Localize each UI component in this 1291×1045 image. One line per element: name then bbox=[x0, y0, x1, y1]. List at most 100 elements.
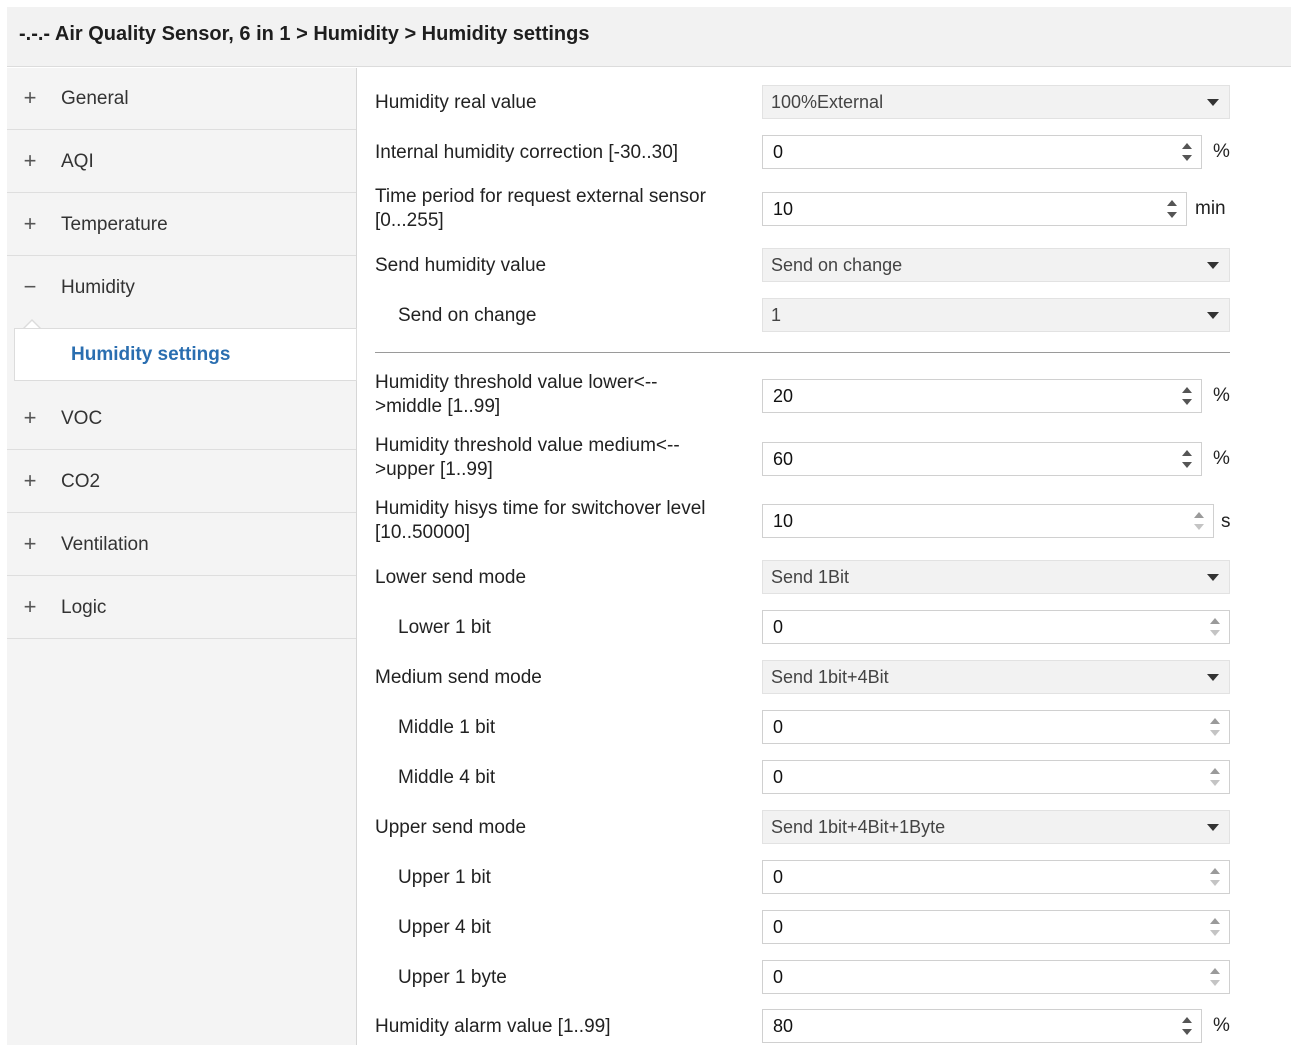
field-label: Medium send mode bbox=[375, 667, 542, 688]
field-label: Lower 1 bit bbox=[398, 617, 491, 638]
sidebar-item-aqi[interactable]: + AQI bbox=[7, 131, 356, 193]
sidebar-item-label: VOC bbox=[61, 408, 103, 429]
unit-label: % bbox=[1213, 385, 1230, 406]
field-label-line2: [10..50000] bbox=[375, 522, 471, 543]
sidebar-item-co2[interactable]: + CO2 bbox=[7, 451, 356, 513]
selected-value: Send on change bbox=[771, 255, 903, 275]
lower-send-mode-dropdown[interactable]: Send 1Bit bbox=[762, 560, 1230, 594]
spinner-arrows-icon[interactable] bbox=[1209, 715, 1221, 739]
section-divider bbox=[375, 352, 1230, 353]
field-label: Send humidity value bbox=[375, 255, 547, 276]
send-on-change-dropdown[interactable]: 1 bbox=[762, 298, 1230, 332]
spin-value: 10 bbox=[773, 511, 794, 531]
spin-value: 0 bbox=[773, 967, 784, 987]
field-label: Lower send mode bbox=[375, 567, 527, 588]
field-label: Send on change bbox=[398, 305, 537, 326]
sidebar-item-label: CO2 bbox=[61, 471, 101, 492]
sidebar-item-temperature[interactable]: + Temperature bbox=[7, 194, 356, 256]
breadcrumb: -.-.- Air Quality Sensor, 6 in 1 > Humid… bbox=[19, 23, 590, 45]
upper-4bit-spinbox[interactable]: 0 bbox=[762, 910, 1230, 944]
sidebar-item-general[interactable]: + General bbox=[7, 68, 356, 130]
sidebar-item-voc[interactable]: + VOC bbox=[7, 388, 356, 450]
sidebar-subitem-label: Humidity settings bbox=[71, 344, 231, 365]
lower-1bit-spinbox[interactable]: 0 bbox=[762, 610, 1230, 644]
spinner-arrows-icon[interactable] bbox=[1181, 1014, 1193, 1038]
sidebar-item-ventilation[interactable]: + Ventilation bbox=[7, 514, 356, 576]
unit-label: s bbox=[1221, 511, 1231, 532]
expand-plus-icon[interactable]: + bbox=[21, 148, 39, 174]
spinner-arrows-icon[interactable] bbox=[1209, 765, 1221, 789]
title-bar: -.-.- Air Quality Sensor, 6 in 1 > Humid… bbox=[7, 7, 1291, 67]
alarm-value-spinbox[interactable]: 80 bbox=[762, 1009, 1202, 1043]
time-period-spinbox[interactable]: 10 bbox=[762, 192, 1187, 226]
spinner-arrows-icon[interactable] bbox=[1193, 509, 1205, 533]
humidity-real-value-dropdown[interactable]: 100%External bbox=[762, 85, 1230, 119]
selected-value: Send 1Bit bbox=[771, 567, 850, 587]
spinner-arrows-icon[interactable] bbox=[1166, 197, 1178, 221]
expand-plus-icon[interactable]: + bbox=[21, 594, 39, 620]
spinner-arrows-icon[interactable] bbox=[1209, 865, 1221, 889]
sidebar-item-label: AQI bbox=[61, 151, 94, 172]
upper-1byte-spinbox[interactable]: 0 bbox=[762, 960, 1230, 994]
chevron-down-icon bbox=[1207, 262, 1219, 269]
field-label-line2: >upper [1..99] bbox=[375, 459, 493, 480]
spin-value: 0 bbox=[773, 867, 784, 887]
spin-value: 0 bbox=[773, 767, 784, 787]
sidebar-subitem-humidity-settings[interactable]: Humidity settings bbox=[14, 328, 357, 381]
chevron-down-icon bbox=[1207, 99, 1219, 106]
spin-value: 0 bbox=[773, 617, 784, 637]
spinner-arrows-icon[interactable] bbox=[1209, 615, 1221, 639]
spin-value: 0 bbox=[773, 917, 784, 937]
field-label: Humidity threshold value medium<-- bbox=[375, 435, 680, 456]
field-label: Upper send mode bbox=[375, 817, 527, 838]
field-label: Upper 1 byte bbox=[398, 967, 507, 988]
sidebar-item-logic[interactable]: + Logic bbox=[7, 577, 356, 639]
middle-4bit-spinbox[interactable]: 0 bbox=[762, 760, 1230, 794]
field-label: Humidity hisys time for switchover level bbox=[375, 498, 706, 519]
threshold-medium-spinbox[interactable]: 60 bbox=[762, 442, 1202, 476]
spinner-arrows-icon[interactable] bbox=[1209, 965, 1221, 989]
sidebar-item-label: General bbox=[61, 88, 129, 109]
spinner-arrows-icon[interactable] bbox=[1181, 140, 1193, 164]
spin-value: 60 bbox=[773, 449, 794, 469]
spin-value: 20 bbox=[773, 386, 794, 406]
field-label: Upper 4 bit bbox=[398, 917, 491, 938]
sidebar-item-label: Logic bbox=[61, 597, 107, 618]
selected-value: 1 bbox=[771, 305, 782, 325]
upper-1bit-spinbox[interactable]: 0 bbox=[762, 860, 1230, 894]
spinner-arrows-icon[interactable] bbox=[1181, 384, 1193, 408]
field-label: Humidity alarm value [1..99] bbox=[375, 1016, 611, 1037]
expand-plus-icon[interactable]: + bbox=[21, 531, 39, 557]
chevron-down-icon bbox=[1207, 824, 1219, 831]
internal-correction-spinbox[interactable]: 0 bbox=[762, 135, 1202, 169]
chevron-down-icon bbox=[1207, 674, 1219, 681]
field-label: Humidity threshold value lower<-- bbox=[375, 372, 658, 393]
threshold-lower-spinbox[interactable]: 20 bbox=[762, 379, 1202, 413]
sidebar-item-humidity[interactable]: − Humidity bbox=[7, 257, 356, 319]
spinner-arrows-icon[interactable] bbox=[1209, 915, 1221, 939]
collapse-minus-icon[interactable]: − bbox=[21, 274, 39, 300]
upper-send-mode-dropdown[interactable]: Send 1bit+4Bit+1Byte bbox=[762, 810, 1230, 844]
field-label: Internal humidity correction [-30..30] bbox=[375, 142, 679, 163]
expand-plus-icon[interactable]: + bbox=[21, 85, 39, 111]
field-label: Time period for request external sensor bbox=[375, 186, 706, 207]
expand-plus-icon[interactable]: + bbox=[21, 405, 39, 431]
spin-value: 0 bbox=[773, 717, 784, 737]
medium-send-mode-dropdown[interactable]: Send 1bit+4Bit bbox=[762, 660, 1230, 694]
hisys-time-spinbox[interactable]: 10 bbox=[762, 504, 1214, 538]
sidebar: + General + AQI + Temperature − Humidity… bbox=[7, 68, 357, 1045]
chevron-down-icon bbox=[1207, 574, 1219, 581]
middle-1bit-spinbox[interactable]: 0 bbox=[762, 710, 1230, 744]
sidebar-item-label: Temperature bbox=[61, 214, 168, 235]
sidebar-item-label: Humidity bbox=[61, 277, 135, 298]
spin-value: 80 bbox=[773, 1016, 794, 1036]
expand-plus-icon[interactable]: + bbox=[21, 211, 39, 237]
spin-value: 10 bbox=[773, 199, 794, 219]
spinner-arrows-icon[interactable] bbox=[1181, 447, 1193, 471]
send-humidity-value-dropdown[interactable]: Send on change bbox=[762, 248, 1230, 282]
selected-value: 100%External bbox=[771, 92, 884, 112]
field-label: Middle 1 bit bbox=[398, 717, 496, 738]
expand-plus-icon[interactable]: + bbox=[21, 468, 39, 494]
unit-label: % bbox=[1213, 448, 1230, 469]
field-label-line2: [0...255] bbox=[375, 210, 444, 231]
